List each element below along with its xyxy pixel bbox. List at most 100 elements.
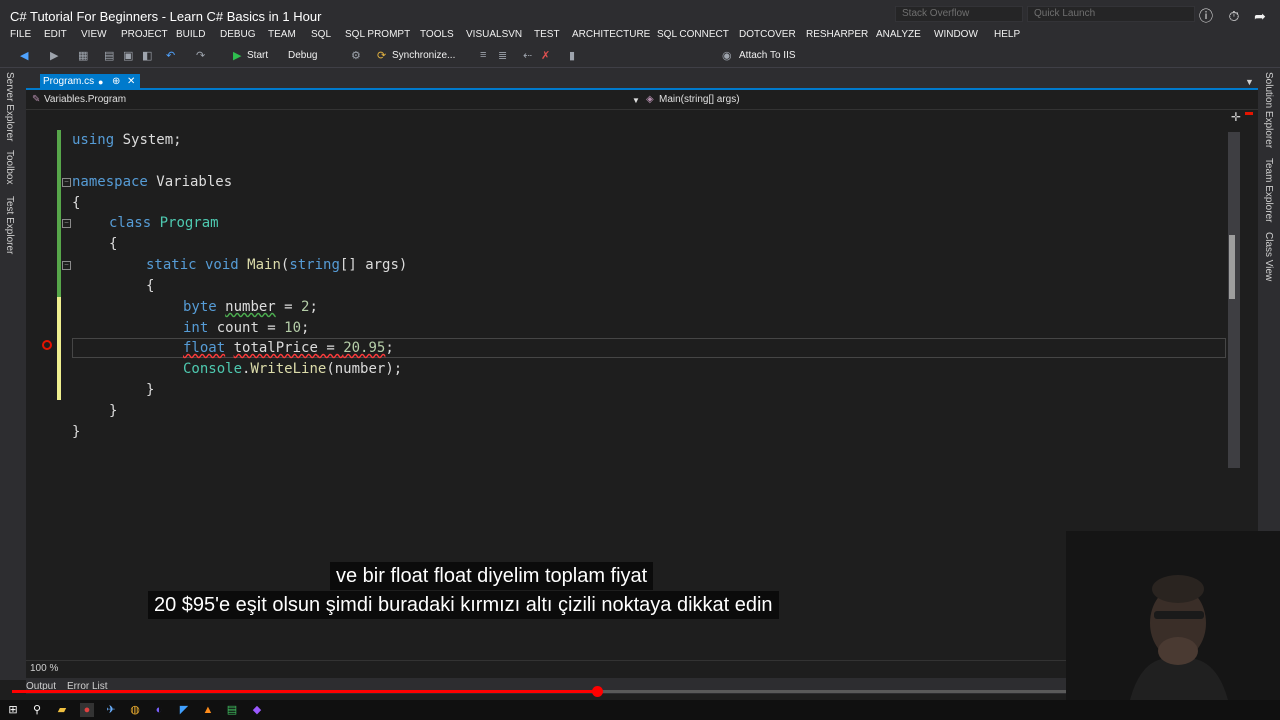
chrome-icon[interactable]: ◍ [128, 703, 142, 717]
server-explorer-tab[interactable]: Server Explorer [4, 72, 15, 141]
presenter-image [1066, 531, 1280, 720]
menu-project[interactable]: PROJECT [121, 29, 168, 40]
format-icon[interactable]: ≡ [480, 49, 486, 61]
class-nav-chevron-icon[interactable]: ▼ [632, 96, 640, 105]
save-icon[interactable]: ▣ [123, 49, 133, 62]
test-explorer-tab[interactable]: Test Explorer [4, 196, 15, 254]
close-tab-icon[interactable]: ✕ [127, 76, 135, 87]
windows-start-icon[interactable]: ⊞ [6, 703, 20, 717]
code-line-8[interactable]: { [146, 276, 154, 296]
menu-sql-connect[interactable]: SQL CONNECT [657, 29, 729, 40]
code-line-11[interactable]: float totalPrice = 20.95; [183, 338, 394, 358]
code-line-1[interactable]: using System; [72, 130, 182, 150]
bookmark-icon[interactable]: ▮ [569, 49, 575, 62]
unsaved-changes-bar [57, 297, 61, 400]
code-line-6[interactable]: { [109, 234, 117, 254]
menu-build[interactable]: BUILD [176, 29, 205, 40]
vlc-icon[interactable]: ▲ [201, 703, 215, 717]
code-line-14[interactable]: } [109, 401, 117, 421]
video-title[interactable]: C# Tutorial For Beginners - Learn C# Bas… [10, 9, 321, 24]
code-line-4[interactable]: { [72, 193, 80, 213]
keep-open-icon[interactable]: ⊕ [112, 76, 120, 87]
code-line-10[interactable]: int count = 10; [183, 318, 309, 338]
document-tab-label[interactable]: Program.cs [43, 76, 94, 87]
menu-window[interactable]: WINDOW [934, 29, 978, 40]
attach-to-iis-button[interactable]: Attach To IIS [739, 50, 796, 61]
forward-icon[interactable]: ▶ [50, 49, 58, 62]
menu-debug[interactable]: DEBUG [220, 29, 256, 40]
taskbar [0, 700, 1280, 720]
start-button[interactable]: Start [247, 50, 268, 61]
tab-overflow-icon[interactable]: ▼ [1245, 77, 1254, 87]
menu-dotcover[interactable]: DOTCOVER [739, 29, 796, 40]
menu-edit[interactable]: EDIT [44, 29, 67, 40]
menu-tools[interactable]: TOOLS [420, 29, 454, 40]
class-view-tab[interactable]: Class View [1263, 232, 1274, 281]
watch-later-icon[interactable]: ⏱ [1226, 8, 1242, 24]
breakpoint-icon[interactable] [42, 340, 52, 350]
fold-method-icon[interactable]: − [62, 261, 71, 270]
synchronize-dropdown[interactable]: Synchronize... [392, 50, 455, 61]
menu-view[interactable]: VIEW [81, 29, 107, 40]
recorder-icon[interactable]: ● [80, 703, 94, 717]
solution-explorer-tab[interactable]: Solution Explorer [1263, 72, 1274, 148]
save-all-icon[interactable]: ◧ [142, 49, 152, 62]
menu-resharper[interactable]: RESHARPER [806, 29, 868, 40]
globe-icon[interactable]: ◉ [722, 49, 732, 62]
visual-studio-icon[interactable]: ◆ [250, 703, 264, 717]
subtitle-line-2: 20 $95'e eşit olsun şimdi buradaki kırmı… [148, 591, 779, 619]
menu-test[interactable]: TEST [534, 29, 560, 40]
menu-visualsvn[interactable]: VISUALSVN [466, 29, 522, 40]
class-nav-dropdown[interactable]: Variables.Program [44, 94, 126, 105]
fold-namespace-icon[interactable]: − [62, 178, 71, 187]
attach-process-icon[interactable]: ⚙ [351, 49, 361, 62]
menu-architecture[interactable]: ARCHITECTURE [572, 29, 650, 40]
zoom-level-dropdown[interactable]: 100 % [30, 663, 58, 674]
menu-file[interactable]: FILE [10, 29, 31, 40]
toolbox-tab[interactable]: Toolbox [4, 150, 15, 184]
scrollbar-thumb[interactable] [1229, 235, 1235, 299]
team-explorer-tab[interactable]: Team Explorer [1263, 158, 1274, 222]
notes-icon[interactable]: ▤ [225, 703, 239, 717]
menu-sql[interactable]: SQL [311, 29, 331, 40]
code-line-3[interactable]: namespace Variables [72, 172, 232, 192]
code-line-12[interactable]: Console.WriteLine(number); [183, 359, 402, 379]
app-icon[interactable]: ✈ [104, 703, 118, 717]
code-line-5[interactable]: class Program [109, 213, 219, 233]
new-project-icon[interactable]: ▦ [78, 49, 88, 62]
tool-icon[interactable]: ◤ [177, 703, 191, 717]
stack-overflow-search[interactable]: Stack Overflow [895, 6, 1023, 22]
error-marker-icon[interactable] [1245, 112, 1253, 115]
vertical-scrollbar[interactable] [1228, 132, 1240, 468]
start-icon[interactable]: ▶ [233, 49, 241, 62]
synchronize-icon[interactable]: ⟳ [377, 49, 386, 62]
member-nav-dropdown[interactable]: Main(string[] args) [659, 94, 740, 105]
file-explorer-icon[interactable]: ▰ [55, 703, 69, 717]
configuration-dropdown[interactable]: Debug [288, 50, 317, 61]
comment-icon[interactable]: ≣ [498, 49, 507, 62]
open-file-icon[interactable]: ▤ [104, 49, 114, 62]
search-icon[interactable]: ⚲ [30, 703, 44, 717]
browser-icon[interactable]: ◐ [152, 703, 166, 717]
fold-class-icon[interactable]: − [62, 219, 71, 228]
pin-tab-icon[interactable]: ● [98, 77, 103, 87]
menu-sql-prompt[interactable]: SQL PROMPT [345, 29, 410, 40]
bookmark-prev-icon[interactable]: ⇠ [523, 49, 532, 62]
code-line-13[interactable]: } [146, 380, 154, 400]
video-progress-handle[interactable] [591, 686, 603, 697]
undo-icon[interactable]: ↶ [166, 49, 175, 62]
back-icon[interactable]: ◀ [20, 49, 28, 62]
redo-icon[interactable]: ↷ [196, 49, 205, 62]
code-line-15[interactable]: } [72, 422, 80, 442]
subtitle-line-1: ve bir float float diyelim toplam fiyat [330, 562, 654, 590]
share-icon[interactable]: ➦ [1252, 8, 1268, 24]
split-editor-icon[interactable]: ✛ [1231, 110, 1241, 124]
menu-analyze[interactable]: ANALYZE [876, 29, 921, 40]
bookmark-clear-icon[interactable]: ✗ [541, 49, 550, 62]
quick-launch-input[interactable]: Quick Launch [1027, 6, 1195, 22]
menu-help[interactable]: HELP [994, 29, 1020, 40]
code-line-7[interactable]: static void Main(string[] args) [146, 255, 407, 275]
menu-team[interactable]: TEAM [268, 29, 296, 40]
info-icon[interactable]: ⓘ [1198, 8, 1214, 24]
code-line-9[interactable]: byte number = 2; [183, 297, 318, 317]
